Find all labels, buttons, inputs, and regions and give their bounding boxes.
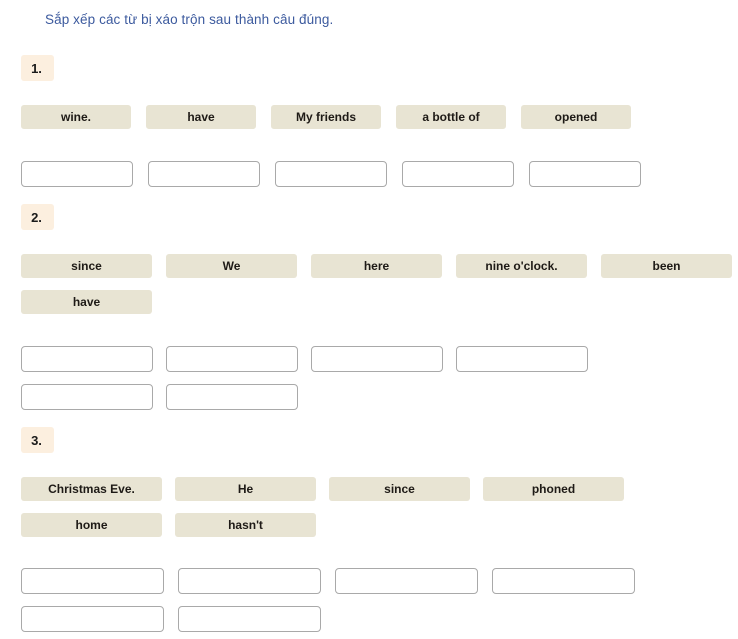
question-number-badge: 3. [21, 427, 54, 453]
word-bank-row: wine. have My friends a bottle of opened [21, 105, 631, 129]
word-bank-row: Christmas Eve. He since phoned [21, 477, 624, 501]
question-number-badge: 1. [21, 55, 54, 81]
answer-slot-row [21, 568, 635, 594]
answer-slot[interactable] [529, 161, 641, 187]
answer-slot-row [21, 384, 298, 410]
word-token[interactable]: a bottle of [396, 105, 506, 129]
word-token[interactable]: opened [521, 105, 631, 129]
word-token[interactable]: home [21, 513, 162, 537]
exercise-page: Sắp xếp các từ bị xáo trộn sau thành câu… [0, 0, 738, 639]
answer-slot[interactable] [21, 161, 133, 187]
answer-slot[interactable] [311, 346, 443, 372]
answer-slot-row [21, 606, 321, 632]
word-token[interactable]: wine. [21, 105, 131, 129]
answer-slot[interactable] [275, 161, 387, 187]
word-bank-row: home hasn't [21, 513, 316, 537]
answer-slot-row [21, 346, 588, 372]
answer-slot-row [21, 161, 641, 187]
answer-slot[interactable] [21, 346, 153, 372]
word-token[interactable]: have [146, 105, 256, 129]
word-token[interactable]: been [601, 254, 732, 278]
answer-slot[interactable] [21, 568, 164, 594]
answer-slot[interactable] [456, 346, 588, 372]
word-bank-row: have [21, 290, 152, 314]
word-token[interactable]: nine o'clock. [456, 254, 587, 278]
answer-slot[interactable] [335, 568, 478, 594]
word-token[interactable]: phoned [483, 477, 624, 501]
word-token[interactable]: My friends [271, 105, 381, 129]
word-token[interactable]: since [329, 477, 470, 501]
question-number-badge: 2. [21, 204, 54, 230]
answer-slot[interactable] [402, 161, 514, 187]
word-token[interactable]: Christmas Eve. [21, 477, 162, 501]
word-token[interactable]: have [21, 290, 152, 314]
word-bank-row: since We here nine o'clock. been [21, 254, 732, 278]
word-token[interactable]: We [166, 254, 297, 278]
answer-slot[interactable] [166, 384, 298, 410]
word-token[interactable]: He [175, 477, 316, 501]
answer-slot[interactable] [178, 568, 321, 594]
answer-slot[interactable] [21, 606, 164, 632]
page-title: Sắp xếp các từ bị xáo trộn sau thành câu… [45, 12, 334, 27]
answer-slot[interactable] [492, 568, 635, 594]
word-token[interactable]: hasn't [175, 513, 316, 537]
answer-slot[interactable] [178, 606, 321, 632]
word-token[interactable]: since [21, 254, 152, 278]
answer-slot[interactable] [21, 384, 153, 410]
word-token[interactable]: here [311, 254, 442, 278]
answer-slot[interactable] [166, 346, 298, 372]
answer-slot[interactable] [148, 161, 260, 187]
